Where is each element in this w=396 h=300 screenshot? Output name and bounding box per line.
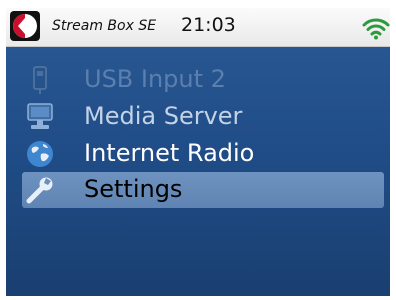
menu-item-label: Internet Radio (84, 139, 255, 167)
menu-item-label: USB Input 2 (84, 65, 226, 93)
menu-item-label: Settings (84, 175, 183, 203)
usb-icon (24, 65, 56, 95)
app-title: Stream Box SE (52, 18, 157, 34)
wifi-signal-icon (362, 14, 390, 40)
device-display: Stream Box SE 21:03 USB Input 2 Media Se… (6, 8, 390, 296)
menu-item-label: Media Server (84, 102, 243, 130)
clock-time: 21:03 (181, 14, 236, 36)
menu-screen: USB Input 2 Media Server Internet Radio … (6, 47, 390, 296)
brand-logo-icon (10, 11, 40, 41)
status-bar: Stream Box SE 21:03 (6, 8, 390, 47)
globe-icon (24, 139, 56, 169)
menu-item-settings[interactable]: Settings (22, 172, 384, 208)
menu-item-usb-input-2[interactable]: USB Input 2 (22, 62, 384, 98)
wrench-icon (24, 175, 56, 205)
menu-item-internet-radio[interactable]: Internet Radio (22, 136, 384, 172)
menu-item-media-server[interactable]: Media Server (22, 99, 384, 135)
computer-icon (24, 102, 56, 132)
